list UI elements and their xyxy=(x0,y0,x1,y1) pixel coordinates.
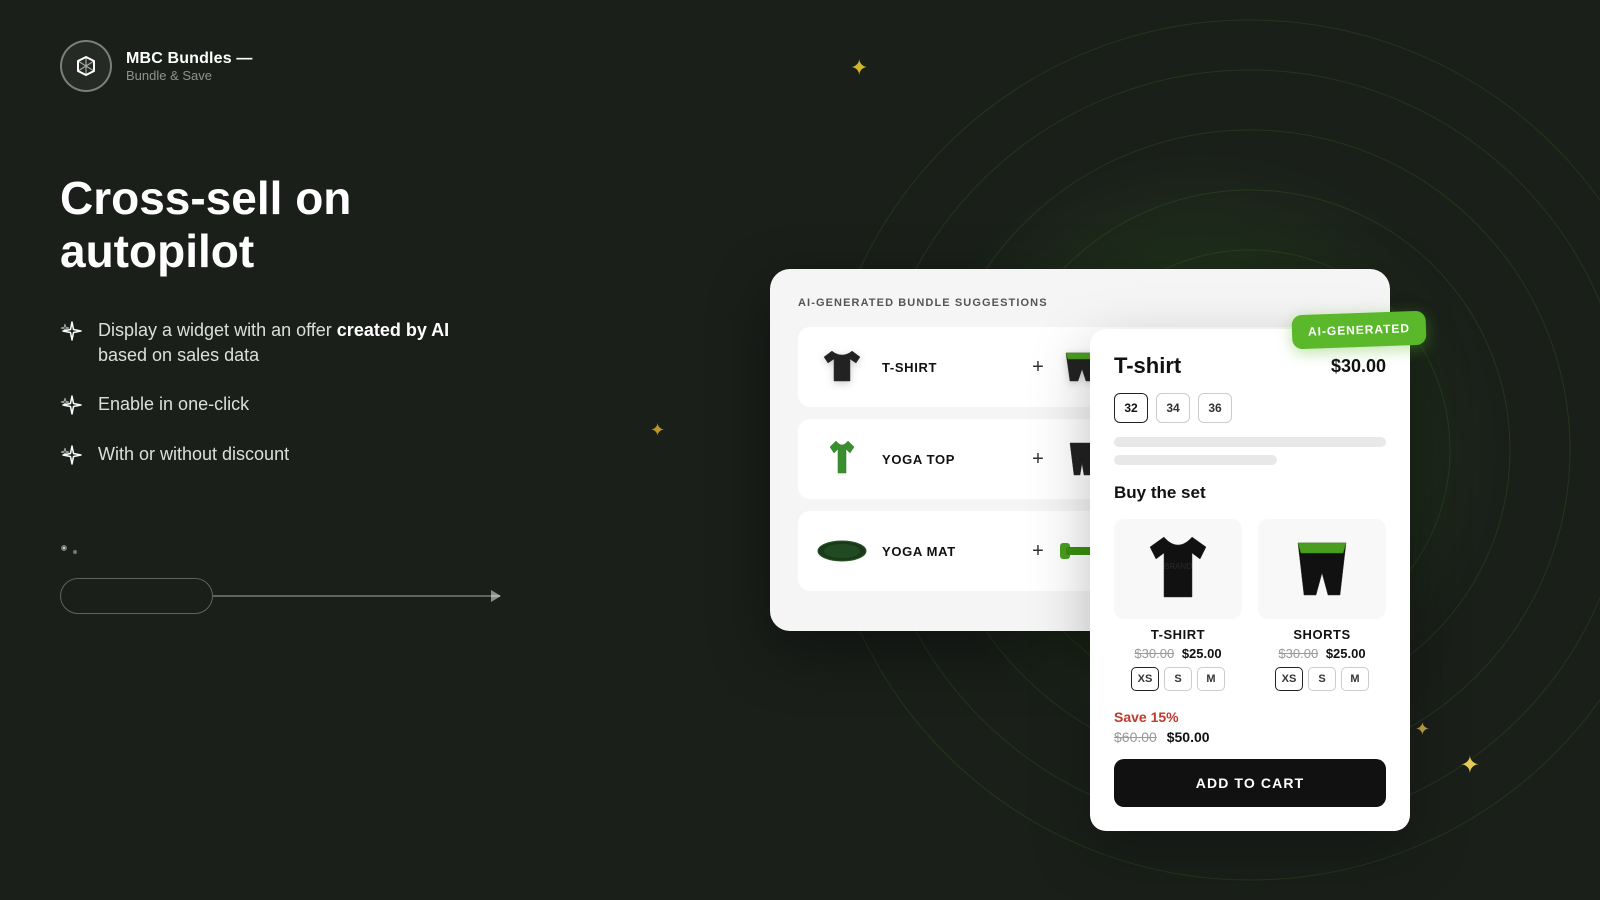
popup-price: $30.00 xyxy=(1331,356,1386,377)
set-shorts-prices: $30.00 $25.00 xyxy=(1258,646,1386,661)
plus-2: + xyxy=(1032,448,1044,471)
plus-3: + xyxy=(1032,540,1044,563)
set-product-shorts: SHORTS $30.00 $25.00 XS S M xyxy=(1258,519,1386,691)
feature-item-3: With or without discount xyxy=(60,442,500,468)
yoga-top-name: YOGA TOP xyxy=(882,452,955,467)
set-tshirt-size-s[interactable]: S xyxy=(1164,667,1192,691)
popup-header: T-shirt $30.00 xyxy=(1114,353,1386,379)
save-price: $60.00 $50.00 xyxy=(1114,729,1386,745)
set-product-tshirt: BRAND T-SHIRT $30.00 $25.00 XS S M xyxy=(1114,519,1242,691)
feature-text-3: With or without discount xyxy=(98,442,289,467)
save-original-price: $60.00 xyxy=(1114,729,1157,745)
set-tshirt-prices: $30.00 $25.00 xyxy=(1114,646,1242,661)
deco-pill xyxy=(60,578,213,614)
yoga-mat-svg xyxy=(816,535,868,567)
plus-1: + xyxy=(1032,356,1044,379)
save-final-price: $50.00 xyxy=(1167,729,1210,745)
popup-card: AI-GENERATED T-shirt $30.00 32 34 36 Buy… xyxy=(1090,329,1410,831)
tshirt-image xyxy=(814,339,870,395)
svg-text:BRAND: BRAND xyxy=(1164,562,1192,571)
tshirt-svg xyxy=(818,343,866,391)
add-to-cart-button[interactable]: ADD TO CART xyxy=(1114,759,1386,807)
feature-item-1: Display a widget with an offer created b… xyxy=(60,318,500,368)
sparkle-icon-1 xyxy=(60,320,84,344)
decorative-arrow xyxy=(60,578,500,614)
set-shorts-size-m[interactable]: M xyxy=(1341,667,1369,691)
set-shorts-sale: $25.00 xyxy=(1326,646,1366,661)
buy-set-label: Buy the set xyxy=(1114,483,1386,503)
set-shorts-size-s[interactable]: S xyxy=(1308,667,1336,691)
set-tshirt-size-xs[interactable]: XS xyxy=(1131,667,1159,691)
set-tshirt-original: $30.00 xyxy=(1134,646,1174,661)
feature-text-1: Display a widget with an offer created b… xyxy=(98,318,500,368)
set-shorts-name: SHORTS xyxy=(1258,627,1386,642)
sparkle-icon-2 xyxy=(60,394,84,418)
feature-list: Display a widget with an offer created b… xyxy=(60,318,500,468)
bundle-product-yoga-mat: YOGA MAT xyxy=(814,523,1022,579)
set-shorts-original: $30.00 xyxy=(1278,646,1318,661)
card-container: AI-GENERATED BUNDLE SUGGESTIONS T-SHIRT … xyxy=(770,269,1390,631)
skeleton-lines xyxy=(1114,437,1386,465)
yoga-mat-image xyxy=(814,523,870,579)
size-btn-36[interactable]: 36 xyxy=(1198,393,1232,423)
set-tshirt-sizes: XS S M xyxy=(1114,667,1242,691)
set-shorts-img xyxy=(1258,519,1386,619)
tshirt-name: T-SHIRT xyxy=(882,360,937,375)
dots-svg xyxy=(60,538,90,558)
set-shorts-sizes: XS S M xyxy=(1258,667,1386,691)
set-tshirt-sale: $25.00 xyxy=(1182,646,1222,661)
yoga-mat-name: YOGA MAT xyxy=(882,544,956,559)
size-options: 32 34 36 xyxy=(1114,393,1386,423)
save-section: Save 15% $60.00 $50.00 xyxy=(1114,709,1386,745)
logo-area: MBC Bundles — Bundle & Save xyxy=(60,40,500,92)
size-btn-32[interactable]: 32 xyxy=(1114,393,1148,423)
ai-badge: AI-GENERATED xyxy=(1291,311,1426,350)
bundle-product-yoga-top: YOGA TOP xyxy=(814,431,1022,487)
bundle-card-title: AI-GENERATED BUNDLE SUGGESTIONS xyxy=(798,297,1362,309)
set-tshirt-size-m[interactable]: M xyxy=(1197,667,1225,691)
feature-text-2: Enable in one-click xyxy=(98,392,249,417)
logo-tagline: Bundle & Save xyxy=(126,68,253,83)
main-content: AI-GENERATED BUNDLE SUGGESTIONS T-SHIRT … xyxy=(560,0,1600,900)
deco-arrow-line xyxy=(213,595,500,597)
logo-svg xyxy=(73,53,99,79)
yoga-top-svg xyxy=(818,435,866,483)
set-shorts-svg xyxy=(1286,529,1358,609)
logo-name: MBC Bundles — xyxy=(126,50,253,68)
set-tshirt-svg: BRAND xyxy=(1142,529,1214,609)
logo-text: MBC Bundles — Bundle & Save xyxy=(126,50,253,83)
bundle-product-tshirt: T-SHIRT xyxy=(814,339,1022,395)
set-products: BRAND T-SHIRT $30.00 $25.00 XS S M xyxy=(1114,519,1386,691)
size-btn-34[interactable]: 34 xyxy=(1156,393,1190,423)
sparkle-icon-3 xyxy=(60,444,84,468)
set-tshirt-name: T-SHIRT xyxy=(1114,627,1242,642)
headline: Cross-sell on autopilot xyxy=(60,172,500,278)
left-panel: MBC Bundles — Bundle & Save Cross-sell o… xyxy=(0,0,560,900)
feature-item-2: Enable in one-click xyxy=(60,392,500,418)
popup-product-name: T-shirt xyxy=(1114,353,1181,379)
set-tshirt-img: BRAND xyxy=(1114,519,1242,619)
save-label: Save 15% xyxy=(1114,709,1386,725)
skeleton-line-1 xyxy=(1114,437,1386,447)
yoga-top-image xyxy=(814,431,870,487)
decorative-dots xyxy=(60,538,500,558)
logo-icon xyxy=(60,40,112,92)
set-shorts-size-xs[interactable]: XS xyxy=(1275,667,1303,691)
skeleton-line-2 xyxy=(1114,455,1277,465)
